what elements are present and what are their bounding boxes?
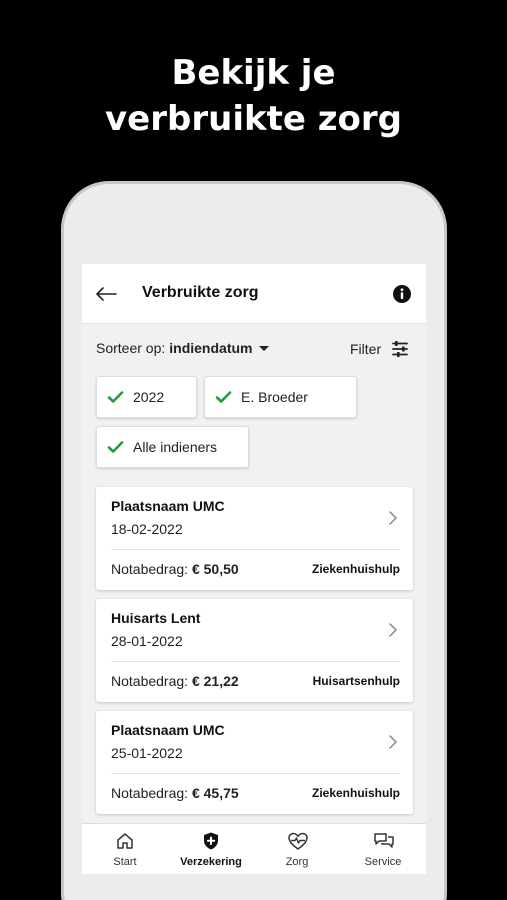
sort-value: indiendatum <box>169 340 253 356</box>
sliders-icon <box>392 341 409 357</box>
amount-label: Notabedrag: <box>111 785 189 801</box>
checkmark-icon <box>107 391 124 403</box>
claim-category: Ziekenhuishulp <box>311 562 400 576</box>
filter-label: Filter <box>350 341 382 357</box>
card-divider <box>111 549 400 550</box>
nav-label: Service <box>364 856 402 868</box>
claim-card[interactable]: Plaatsnaam UMC 18-02-2022 Notabedrag: € … <box>96 487 413 590</box>
chevron-right-icon <box>389 623 397 637</box>
back-arrow-icon[interactable] <box>94 282 118 306</box>
claim-amount: Notabedrag: € 21,22 <box>111 673 239 689</box>
claim-date: 18-02-2022 <box>111 521 183 537</box>
caret-down-icon <box>258 345 269 351</box>
nav-item-verzekering[interactable]: Verzekering <box>168 824 254 874</box>
amount-label: Notabedrag: <box>111 561 189 577</box>
card-divider <box>111 773 400 774</box>
claim-category: Ziekenhuishulp <box>311 786 400 800</box>
checkmark-icon <box>107 441 124 453</box>
card-divider <box>111 661 400 662</box>
filter-chip-year[interactable]: 2022 <box>96 376 197 418</box>
sort-label: Sorteer op: <box>96 340 166 356</box>
amount-label: Notabedrag: <box>111 673 189 689</box>
nav-label: Start <box>113 856 137 868</box>
nav-item-service[interactable]: Service <box>340 824 426 874</box>
chat-bubbles-icon <box>374 833 394 848</box>
heart-pulse-icon <box>288 832 308 850</box>
chip-label: 2022 <box>133 389 165 405</box>
info-icon[interactable] <box>393 285 411 303</box>
chip-label: Alle indieners <box>133 439 218 455</box>
app-screen: Verbruikte zorg Sorteer op: indiendatum … <box>82 264 426 874</box>
claim-amount: Notabedrag: € 50,50 <box>111 561 239 577</box>
provider-name: Plaatsnaam UMC <box>111 722 225 738</box>
amount-value: € 50,50 <box>191 561 239 577</box>
amount-value: € 45,75 <box>191 785 239 801</box>
filter-chip-person[interactable]: E. Broeder <box>204 376 357 418</box>
provider-name: Plaatsnaam UMC <box>111 498 225 514</box>
chevron-right-icon <box>389 735 397 749</box>
claim-amount: Notabedrag: € 45,75 <box>111 785 239 801</box>
promo-line-2: verbruikte zorg <box>105 99 402 139</box>
filter-chip-submitters[interactable]: Alle indieners <box>96 426 249 468</box>
shield-plus-icon <box>204 832 218 850</box>
promo-line-1: Bekijk je <box>171 53 336 93</box>
filter-button[interactable]: Filter <box>350 340 409 358</box>
claim-card[interactable]: Huisarts Lent 28-01-2022 Notabedrag: € 2… <box>96 599 413 702</box>
chip-label: E. Broeder <box>241 389 308 405</box>
nav-item-start[interactable]: Start <box>82 824 168 874</box>
claim-date: 28-01-2022 <box>111 633 183 649</box>
nav-label: Zorg <box>285 856 309 868</box>
claim-category: Huisartsenhulp <box>312 674 400 688</box>
amount-value: € 21,22 <box>191 673 239 689</box>
checkmark-icon <box>215 391 232 403</box>
provider-name: Huisarts Lent <box>111 610 201 626</box>
bottom-navigation: Start Verzekering Zorg Service <box>82 823 426 874</box>
app-bar: Verbruikte zorg <box>82 264 426 324</box>
page-title: Verbruikte zorg <box>142 284 259 301</box>
nav-label: Verzekering <box>180 856 242 868</box>
promo-headline: Bekijk je verbruikte zorg <box>0 50 507 142</box>
claim-card[interactable]: Plaatsnaam UMC 25-01-2022 Notabedrag: € … <box>96 711 413 814</box>
claim-date: 25-01-2022 <box>111 745 183 761</box>
sort-dropdown[interactable]: Sorteer op: indiendatum <box>96 340 269 356</box>
home-icon <box>117 833 133 849</box>
nav-item-zorg[interactable]: Zorg <box>254 824 340 874</box>
chevron-right-icon <box>389 511 397 525</box>
